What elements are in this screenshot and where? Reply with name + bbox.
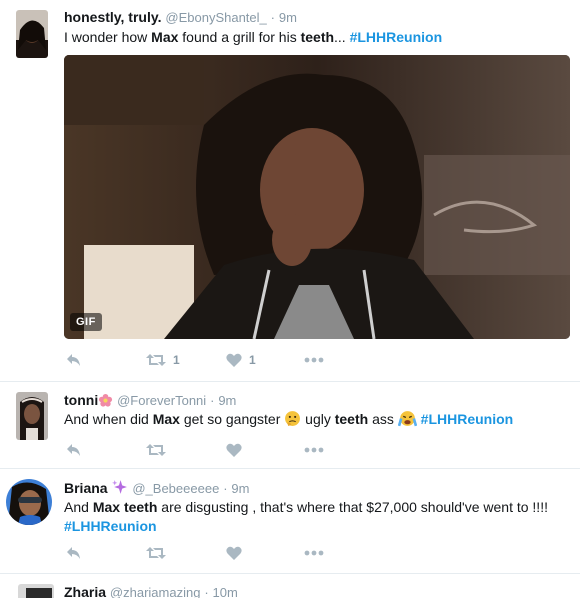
avatar[interactable] (18, 584, 54, 598)
retweet-button[interactable] (146, 440, 166, 460)
retweet-icon (146, 547, 166, 559)
text-segment: And (64, 499, 93, 515)
retweet-count: 1 (173, 353, 180, 367)
like-button[interactable] (226, 543, 242, 563)
handle[interactable]: @_Bebeeeeee (132, 481, 219, 496)
hashtag-link[interactable]: #LHHReunion (64, 518, 157, 534)
more-button[interactable] (304, 543, 324, 563)
more-button[interactable] (304, 440, 324, 460)
sparkles-icon (111, 479, 128, 499)
highlighted-term: Max (92, 499, 121, 515)
tweet[interactable]: honestly, truly. @EbonyShantel_ · 9m I w… (0, 0, 580, 380)
like-icon (226, 443, 242, 457)
highlighted-term: teeth (123, 499, 158, 515)
reply-button[interactable] (66, 350, 82, 370)
tweet-text: And Max teeth are disgusting , that's wh… (64, 498, 569, 536)
display-name[interactable]: tonni (64, 392, 98, 408)
tweet[interactable]: Zharia @zhariamazing · 10m (0, 574, 580, 598)
tweet-actions: 1 1 (64, 350, 364, 370)
handle[interactable]: @EbonyShantel_ (165, 10, 266, 25)
timestamp[interactable]: 9m (218, 393, 236, 408)
tweet-text: I wonder how Max found a grill for his t… (64, 28, 569, 47)
display-name[interactable]: honestly, truly. (64, 9, 162, 25)
like-icon (226, 353, 242, 367)
timestamp[interactable]: 9m (279, 10, 297, 25)
reply-button[interactable] (66, 543, 82, 563)
display-name[interactable]: Briana (64, 480, 108, 496)
more-icon (304, 357, 324, 363)
avatar[interactable] (16, 392, 48, 440)
retweet-icon (146, 354, 166, 366)
more-button[interactable] (304, 350, 324, 370)
avatar[interactable] (16, 10, 48, 58)
tweet-actions (64, 440, 364, 460)
crying-emoji (397, 410, 417, 432)
tweet[interactable]: tonni @ForeverTonni · 9m And when did Ma… (0, 382, 580, 468)
reply-icon (67, 354, 80, 366)
highlighted-term: teeth (334, 411, 369, 427)
flower-icon (98, 393, 113, 411)
more-icon (304, 447, 324, 453)
hashtag-link[interactable]: #LHHReunion (421, 411, 514, 427)
tweet-header: Zharia @zhariamazing · 10m (64, 584, 238, 598)
text-segment: I wonder how (64, 29, 152, 45)
retweet-button[interactable]: 1 (146, 350, 180, 370)
tweet-header: honestly, truly. @EbonyShantel_ · 9m (64, 9, 297, 25)
like-button[interactable]: 1 (226, 350, 256, 370)
hashtag-link[interactable]: #LHHReunion (350, 29, 443, 45)
text-segment: are disgusting , that's where that $27,0… (157, 499, 548, 515)
text-segment: ass (368, 411, 398, 427)
thinking-emoji (284, 410, 301, 432)
tweet[interactable]: Briana @_Bebeeeeee · 9m And Max teeth ar… (0, 469, 580, 573)
reply-icon (67, 547, 80, 559)
tweet-header: tonni @ForeverTonni · 9m (64, 392, 236, 411)
tweet-header: Briana @_Bebeeeeee · 9m (64, 479, 249, 499)
display-name[interactable]: Zharia (64, 584, 106, 598)
reply-icon (67, 444, 80, 456)
more-icon (304, 550, 324, 556)
handle[interactable]: @zhariamazing (110, 585, 201, 598)
reply-button[interactable] (66, 440, 82, 460)
gif-badge: GIF (70, 313, 102, 331)
highlighted-term: Max (152, 411, 180, 427)
text-segment: And when did (64, 411, 153, 427)
tweet-actions (64, 543, 364, 563)
timestamp[interactable]: 9m (231, 481, 249, 496)
text-segment: ugly (301, 411, 335, 427)
retweet-button[interactable] (146, 543, 166, 563)
timestamp[interactable]: 10m (213, 585, 238, 598)
like-count: 1 (249, 353, 256, 367)
highlighted-term: Max (151, 29, 179, 45)
tweet-text: And when did Max get so gangster ugly te… (64, 410, 569, 432)
like-icon (226, 546, 242, 560)
text-segment: get so gangster (179, 411, 285, 427)
text-segment: ... (334, 29, 350, 45)
handle[interactable]: @ForeverTonni (117, 393, 206, 408)
tweet-gif[interactable]: GIF (64, 55, 570, 339)
highlighted-term: teeth (300, 29, 335, 45)
retweet-icon (146, 444, 166, 456)
text-segment: found a grill for his (178, 29, 301, 45)
avatar[interactable] (6, 479, 52, 525)
like-button[interactable] (226, 440, 242, 460)
